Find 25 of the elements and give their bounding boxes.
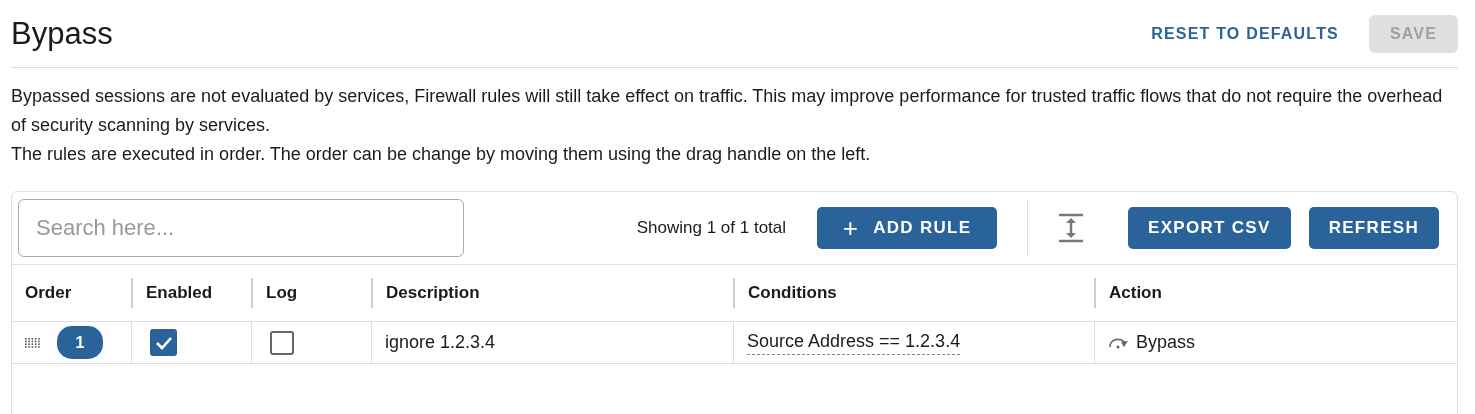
table-cell: ignore 1.2.3.4 — [385, 332, 496, 353]
description-text: Bypassed sessions are not evaluated by services, Firewall rules will still take effect on traffic. This may improve performance for trusted traffic flows that do not require the overhead of security scanning by services. — [11, 85, 1444, 137]
add-rule-button[interactable]: + ADD RULE — [817, 207, 998, 249]
column-header: Log — [251, 278, 371, 308]
page-title: Bypass — [11, 15, 113, 52]
enabled-checkbox[interactable] — [150, 329, 177, 356]
refresh-button[interactable]: REFRESH — [1308, 207, 1439, 249]
log-checkbox[interactable] — [270, 330, 294, 355]
column-header: Action — [1094, 278, 1457, 308]
description-text: The rules are executed in order. The order can be change by moving them using the drag handle on the left. — [11, 143, 872, 166]
check-icon — [154, 335, 173, 350]
column-header: Description — [371, 278, 733, 308]
search-field[interactable]: Search here... — [18, 199, 464, 257]
condition-text: Source Address == 1.2.3.4 — [747, 330, 961, 355]
column-header: Conditions — [733, 278, 1094, 308]
column-header: Order — [24, 282, 73, 304]
column-header: Enabled — [131, 278, 251, 308]
reset-button[interactable]: RESET TO DEFAULTS — [1151, 14, 1339, 53]
expand-rows-icon[interactable] — [1058, 213, 1085, 243]
result-count: Showing 1 of 1 total — [636, 218, 787, 238]
bypass-icon — [1108, 336, 1130, 349]
drag-handle-icon[interactable] — [25, 337, 41, 348]
export-csv-button[interactable]: EXPORT CSV — [1128, 207, 1291, 249]
order-badge: 1 — [57, 326, 103, 359]
table-cell: Bypass — [1136, 332, 1196, 353]
